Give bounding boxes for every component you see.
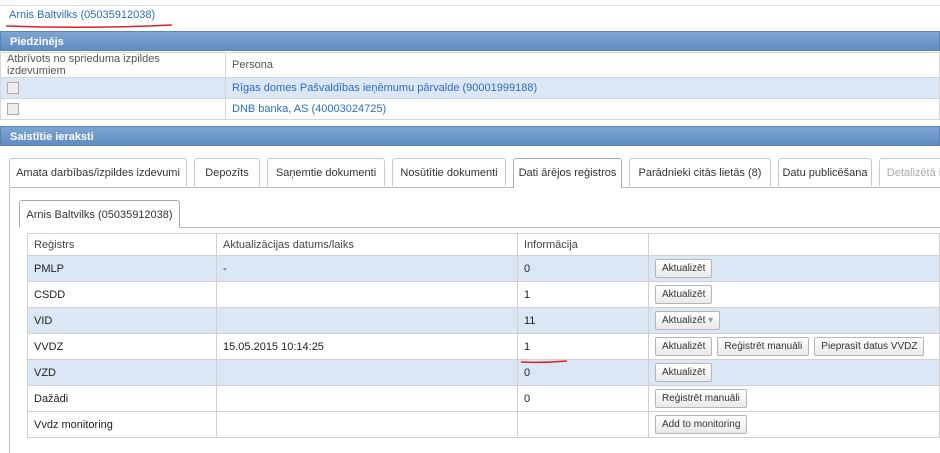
table-row: VID 11 Aktualizēt ▾ (27, 307, 940, 334)
tab-dati[interactable]: Dati ārējos reģistros (513, 158, 622, 188)
aktualizet-button[interactable]: Aktualizēt (655, 363, 713, 382)
col-registrs: Reģistrs (27, 233, 217, 256)
col-actions (648, 233, 940, 256)
col-informacija: Informācija (517, 233, 649, 256)
table-row: CSDD 1 Aktualizēt (27, 281, 940, 308)
tab-bar: Amata darbības/izpildes izdevumi Depozīt… (9, 158, 940, 188)
checkbox[interactable] (7, 82, 19, 95)
piedzinejs-table: Atbrīvots no sprieduma izpildes izdevumi… (0, 52, 940, 120)
registrs-cell: PMLP (27, 255, 217, 282)
datums-cell (216, 385, 518, 412)
datums-cell (216, 359, 518, 386)
tab-amata[interactable]: Amata darbības/izpildes izdevumi (9, 158, 187, 186)
saistitie-header: Saistītie ieraksti (0, 126, 940, 146)
add-to-monitoring-button[interactable]: Add to monitoring (655, 415, 748, 434)
table-row: VZD 0 Aktualizēt (27, 359, 940, 386)
info-cell: 1 (517, 281, 649, 308)
tab-detalizeta[interactable]: Detalizētā i (879, 158, 940, 186)
col-datums: Aktualizācijas datums/laiks (216, 233, 518, 256)
aktualizet-button[interactable]: Aktualizēt (655, 259, 713, 278)
registrs-cell: Dažādi (27, 385, 217, 412)
datums-cell: - (216, 255, 518, 282)
person-link[interactable]: Arnis Baltvilks (05035912038) (9, 9, 155, 21)
table-row: VVDZ 15.05.2015 10:14:25 1 Aktualizēt Re… (27, 333, 940, 360)
col-atbrivots: Atbrīvots no sprieduma izpildes izdevumi… (0, 52, 226, 78)
table-row: Vvdz monitoring Add to monitoring (27, 411, 940, 438)
table-row: DNB banka, AS (40003024725) (0, 98, 940, 120)
persona-link[interactable]: Rīgas domes Pašvaldības ieņēmumu pārvald… (232, 82, 537, 94)
col-persona: Persona (225, 52, 940, 78)
datums-cell (216, 411, 518, 438)
aktualizet-label: Aktualizēt (662, 315, 706, 326)
info-cell (517, 411, 649, 438)
top-border (0, 0, 940, 6)
tab-nosutitie[interactable]: Nosūtītie dokumenti (392, 158, 506, 186)
checkbox[interactable] (7, 103, 19, 116)
caret-down-icon: ▾ (708, 315, 714, 326)
tab-publicesana[interactable]: Datu publicēšana (778, 158, 872, 186)
registret-manuali-button[interactable]: Reģistrēt manuāli (655, 389, 747, 408)
tab-sanemtie[interactable]: Saņemtie dokumenti (267, 158, 385, 186)
registrs-cell: VZD (27, 359, 217, 386)
persona-link[interactable]: DNB banka, AS (40003024725) (232, 103, 386, 115)
pieprasit-datus-button[interactable]: Pieprasīt datus VVDZ (814, 337, 925, 356)
red-underline-annotation (520, 360, 568, 364)
tab-depozits[interactable]: Depozīts (194, 158, 260, 186)
datums-cell: 15.05.2015 10:14:25 (216, 333, 518, 360)
tab-paradnieki[interactable]: Parādnieki citās lietās (8) (629, 158, 771, 186)
table-row: Rīgas domes Pašvaldības ieņēmumu pārvald… (0, 77, 940, 99)
table-row: PMLP - 0 Aktualizēt (27, 255, 940, 282)
subtab-person[interactable]: Arnis Baltvilks (05035912038) (19, 200, 180, 228)
info-cell: 0 (517, 255, 649, 282)
info-cell: 0 (517, 385, 649, 412)
aktualizet-button[interactable]: Aktualizēt (655, 337, 713, 356)
registrs-cell: CSDD (27, 281, 217, 308)
aktualizet-button[interactable]: Aktualizēt (655, 285, 713, 304)
registers-table: Reģistrs Aktualizācijas datums/laiks Inf… (27, 233, 940, 438)
datums-cell (216, 281, 518, 308)
datums-cell (216, 307, 518, 334)
registrs-cell: VID (27, 307, 217, 334)
registrs-cell: VVDZ (27, 333, 217, 360)
registrs-cell: Vvdz monitoring (27, 411, 217, 438)
aktualizet-dropdown-button[interactable]: Aktualizēt ▾ (655, 311, 721, 330)
table-row: Dažādi 0 Reģistrēt manuāli (27, 385, 940, 412)
info-cell: 1 (517, 333, 649, 360)
info-cell: 11 (517, 307, 649, 334)
piedzinejs-header: Piedzinējs (0, 31, 940, 51)
red-underline-annotation (5, 24, 173, 29)
registret-manuali-button[interactable]: Reģistrēt manuāli (717, 337, 810, 356)
